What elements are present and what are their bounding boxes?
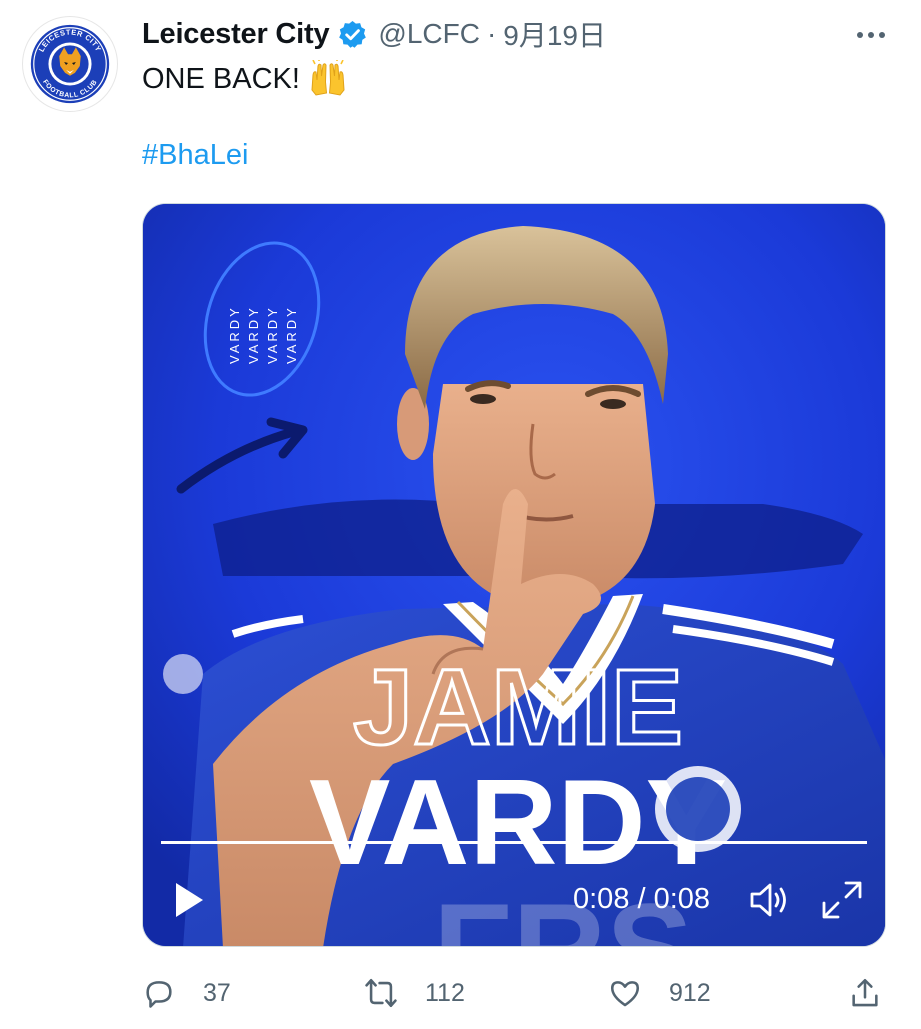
user-handle[interactable]: @LCFC [378,18,480,50]
tweet-text: ONE BACK! [142,60,348,98]
stacked-vardy-text: VARDY [284,305,299,364]
tweet-body: ONE BACK! [142,63,300,95]
verified-badge-icon [339,20,367,48]
stacked-vardy-text: VARDY [265,305,280,364]
separator-dot: · [486,18,497,49]
video-frame-artwork: VARDY VARDY VARDY VARDY JAMIE VARDY FRS [143,204,885,946]
display-name[interactable]: Leicester City [142,18,330,51]
more-options-button[interactable] [849,18,893,52]
like-button[interactable]: 912 [608,970,711,1016]
more-dot [868,32,874,38]
retweet-count: 112 [425,978,465,1007]
raising-hands-emoji-icon [311,60,345,96]
video-time: 0:08 / 0:08 [573,883,711,915]
retweet-button[interactable]: 112 [364,970,465,1016]
share-button[interactable] [848,970,882,1016]
play-icon[interactable] [171,879,207,921]
volume-icon[interactable] [748,879,792,921]
heart-icon [610,981,640,1007]
hashtag-link[interactable]: #BhaLei [142,139,248,172]
fullscreen-icon[interactable] [820,879,864,921]
video-progress-bar[interactable] [161,841,867,844]
like-count: 912 [669,978,711,1007]
avatar[interactable]: LEICESTER CITY FOOTBALL CLUB [22,16,118,112]
share-icon [852,978,878,1007]
leicester-crest-logo: LEICESTER CITY FOOTBALL CLUB [30,24,110,104]
tweet-actions: 37 112 912 [142,970,886,1016]
tweet-date[interactable]: 9月19日 [503,14,606,54]
retweet-icon [365,978,397,1008]
first-name-text: JAMIE [353,646,683,767]
reply-button[interactable]: 37 [142,970,231,1016]
stacked-vardy-text: VARDY [246,305,261,364]
tweet-header: Leicester City @LCFC · 9月19日 [142,14,606,54]
reply-count: 37 [203,978,231,1007]
more-dot [879,32,885,38]
more-dot [857,32,863,38]
video-player[interactable]: VARDY VARDY VARDY VARDY JAMIE VARDY FRS [142,203,886,947]
reply-icon [146,981,172,1008]
stacked-vardy-text: VARDY [227,305,242,364]
